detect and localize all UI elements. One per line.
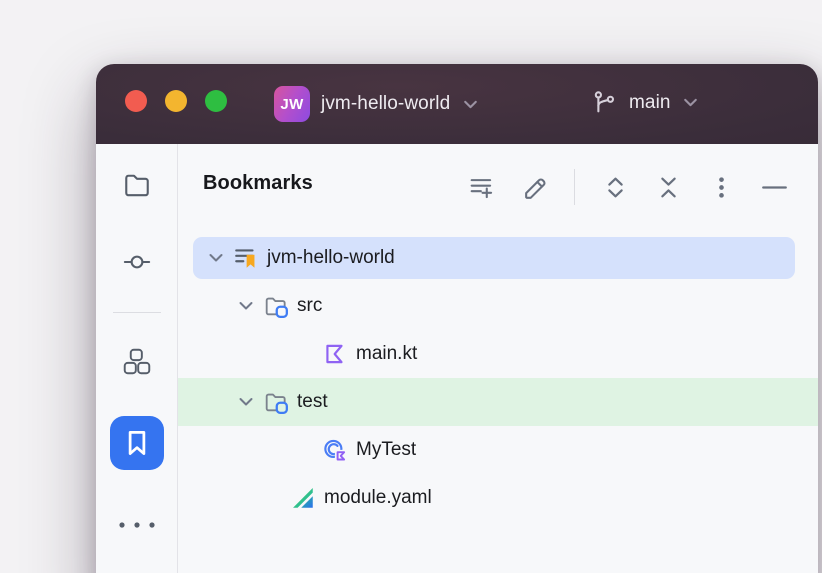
- amper-module-icon: [290, 485, 316, 511]
- chevron-down-icon[interactable]: [235, 295, 257, 317]
- branch-selector[interactable]: main: [592, 89, 700, 116]
- bookmarks-panel: Bookmarks: [178, 144, 818, 573]
- close-button[interactable]: [125, 90, 147, 112]
- sidebar-item-structure[interactable]: [96, 348, 178, 375]
- tree-row-src[interactable]: src: [178, 282, 818, 330]
- tree-item-label: MyTest: [356, 439, 416, 461]
- tree-row-jvm-hello-world[interactable]: jvm-hello-world: [178, 234, 818, 282]
- folder-icon: [123, 171, 151, 198]
- project-name: jvm-hello-world: [321, 93, 450, 115]
- minimize-button[interactable]: [165, 90, 187, 112]
- window-content: Bookmarks: [96, 144, 818, 573]
- rail-divider: [113, 312, 161, 313]
- tree-item-label: main.kt: [356, 343, 417, 365]
- tree-row-mytest[interactable]: MyTest: [178, 426, 818, 474]
- tree-row-main-kt[interactable]: main.kt: [178, 330, 818, 378]
- fleet-window: JW jvm-hello-world main: [96, 64, 818, 573]
- kebab-menu-icon: [708, 174, 735, 201]
- expand-all-icon: [602, 174, 629, 201]
- titlebar: JW jvm-hello-world main: [96, 64, 818, 144]
- collapse-all-icon: [655, 174, 682, 201]
- branch-name: main: [629, 92, 671, 114]
- bookmarks-tree: jvm-hello-world src: [178, 234, 818, 522]
- chevron-down-icon[interactable]: [205, 247, 227, 269]
- tree-item-label: module.yaml: [324, 487, 432, 509]
- project-avatar: JW: [274, 86, 310, 122]
- bookmark-icon: [122, 428, 152, 458]
- test-folder-icon: [263, 389, 289, 415]
- sidebar-item-bookmarks-active[interactable]: [110, 416, 164, 470]
- bookmark-list-icon: [233, 245, 259, 271]
- source-folder-icon: [263, 293, 289, 319]
- chevron-down-icon: [681, 93, 700, 112]
- tool-rail: [96, 144, 178, 573]
- kotlin-test-class-icon: [322, 437, 348, 463]
- panel-options-button[interactable]: [707, 173, 735, 201]
- tree-row-module-yaml[interactable]: module.yaml: [178, 474, 818, 522]
- panel-toolbar: [467, 169, 788, 205]
- window-controls: [125, 90, 227, 112]
- pencil-icon: [521, 174, 548, 201]
- add-bookmark-list-button[interactable]: [467, 173, 495, 201]
- sidebar-item-commits[interactable]: [96, 248, 178, 276]
- hide-panel-button[interactable]: [760, 173, 788, 201]
- chevron-down-icon: [461, 95, 480, 114]
- tree-item-label: src: [297, 295, 322, 317]
- tree-item-label: test: [297, 391, 328, 413]
- expand-all-button[interactable]: [601, 173, 629, 201]
- zoom-button[interactable]: [205, 90, 227, 112]
- project-selector[interactable]: JW jvm-hello-world: [274, 86, 480, 122]
- tree-row-test[interactable]: test: [178, 378, 818, 426]
- collapse-all-button[interactable]: [654, 173, 682, 201]
- chevron-down-icon[interactable]: [235, 391, 257, 413]
- edit-bookmark-button[interactable]: [520, 173, 548, 201]
- toolbar-divider: [574, 169, 575, 205]
- kotlin-file-icon: [322, 341, 348, 367]
- git-branch-icon: [592, 89, 619, 116]
- panel-title: Bookmarks: [203, 172, 313, 195]
- tree-item-label: jvm-hello-world: [267, 247, 395, 269]
- commit-icon: [123, 248, 151, 276]
- minimize-icon: [761, 174, 788, 201]
- more-dots-icon: [117, 517, 157, 533]
- structure-icon: [123, 348, 151, 375]
- add-bookmark-list-icon: [468, 174, 495, 201]
- sidebar-item-more[interactable]: [96, 517, 178, 533]
- sidebar-item-files[interactable]: [96, 171, 178, 198]
